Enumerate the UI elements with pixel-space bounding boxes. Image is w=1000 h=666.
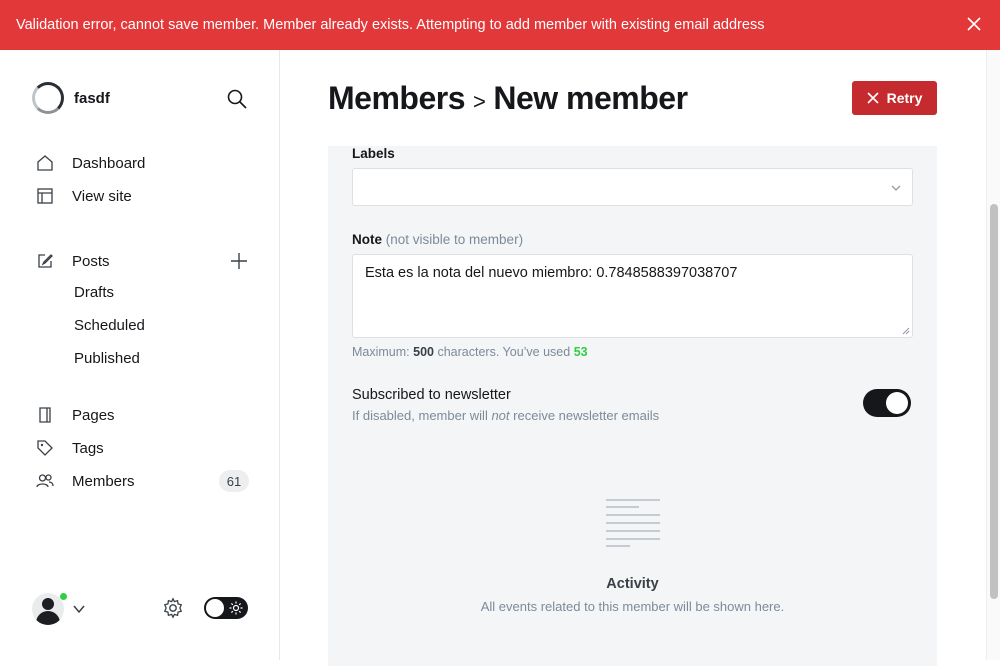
online-status-dot xyxy=(59,592,68,601)
search-icon[interactable] xyxy=(226,88,248,110)
breadcrumb-members[interactable]: Members xyxy=(328,80,466,117)
nav-view-site[interactable]: View site xyxy=(36,184,132,208)
close-icon[interactable] xyxy=(966,16,982,32)
used-characters: 53 xyxy=(573,345,588,359)
retry-button[interactable]: Retry xyxy=(852,81,937,115)
nav-tags[interactable]: Tags xyxy=(36,436,104,460)
note-hint: (not visible to member) xyxy=(385,232,524,247)
layout-icon xyxy=(37,188,53,204)
newsletter-toggle[interactable] xyxy=(863,389,911,417)
page-icon xyxy=(39,407,51,423)
page-title-text: New member xyxy=(493,80,688,116)
error-message: Validation error, cannot save member. Me… xyxy=(16,17,765,33)
edit-icon xyxy=(38,254,53,268)
nav-tags-label: Tags xyxy=(72,439,104,457)
nav-published[interactable]: Published xyxy=(74,350,140,372)
nav-dashboard-label: Dashboard xyxy=(72,154,146,172)
nav-posts[interactable]: Posts xyxy=(36,249,110,273)
dark-mode-toggle[interactable] xyxy=(204,597,248,619)
note-character-counter: Maximum: 500 characters. You’ve used 53 xyxy=(352,345,588,359)
scrollbar[interactable] xyxy=(986,50,1000,660)
nav-pages[interactable]: Pages xyxy=(36,403,115,427)
members-count-badge: 61 xyxy=(219,470,249,492)
note-textarea[interactable]: Esta es la nota del nuevo miembro: 0.784… xyxy=(352,254,913,338)
site-brand[interactable]: fasdf xyxy=(32,82,110,114)
gear-icon[interactable] xyxy=(162,597,184,619)
nav-drafts[interactable]: Drafts xyxy=(74,284,114,306)
activity-list-icon xyxy=(606,499,660,547)
max-characters: 500 xyxy=(413,345,434,359)
breadcrumb-separator: > xyxy=(473,88,486,114)
resize-handle-icon[interactable] xyxy=(902,327,910,335)
nav-dashboard[interactable]: Dashboard xyxy=(36,151,145,175)
chevron-down-icon xyxy=(891,185,901,191)
error-banner: Validation error, cannot save member. Me… xyxy=(0,0,1000,50)
retry-label: Retry xyxy=(886,90,923,106)
note-value: Esta es la nota del nuevo miembro: 0.784… xyxy=(365,265,738,281)
add-post-icon[interactable] xyxy=(229,251,249,271)
activity-description: All events related to this member will b… xyxy=(480,599,785,614)
member-form-panel: Labels Note (not visible to member) Esta… xyxy=(328,146,937,666)
nav-members-label: Members xyxy=(72,472,135,490)
scrollbar-thumb[interactable] xyxy=(990,204,998,599)
site-logo xyxy=(32,82,64,114)
main-content: Members > New member Retry Labels Note (… xyxy=(280,50,986,666)
members-icon xyxy=(36,474,54,488)
sun-icon xyxy=(229,601,243,615)
close-icon xyxy=(867,92,879,104)
activity-title: Activity xyxy=(606,576,659,592)
nav-posts-label: Posts xyxy=(72,252,110,270)
page-title: Members > New member xyxy=(328,80,688,117)
sidebar: fasdf Dashboard View site Posts Drafts S… xyxy=(0,50,280,660)
chevron-down-icon xyxy=(73,605,85,614)
tag-icon xyxy=(37,440,53,456)
nav-scheduled[interactable]: Scheduled xyxy=(74,317,145,339)
newsletter-title: Subscribed to newsletter xyxy=(352,387,511,403)
user-menu[interactable] xyxy=(32,592,92,626)
note-label-text: Note xyxy=(352,232,382,247)
nav-members[interactable]: Members xyxy=(36,469,135,493)
labels-select[interactable] xyxy=(352,168,913,206)
labels-label: Labels xyxy=(352,146,395,161)
home-icon xyxy=(37,155,53,171)
nav-view-site-label: View site xyxy=(72,187,132,205)
nav-pages-label: Pages xyxy=(72,406,115,424)
newsletter-description: If disabled, member will not receive new… xyxy=(352,408,660,423)
site-name: fasdf xyxy=(74,89,110,107)
note-label: Note (not visible to member) xyxy=(352,232,523,247)
